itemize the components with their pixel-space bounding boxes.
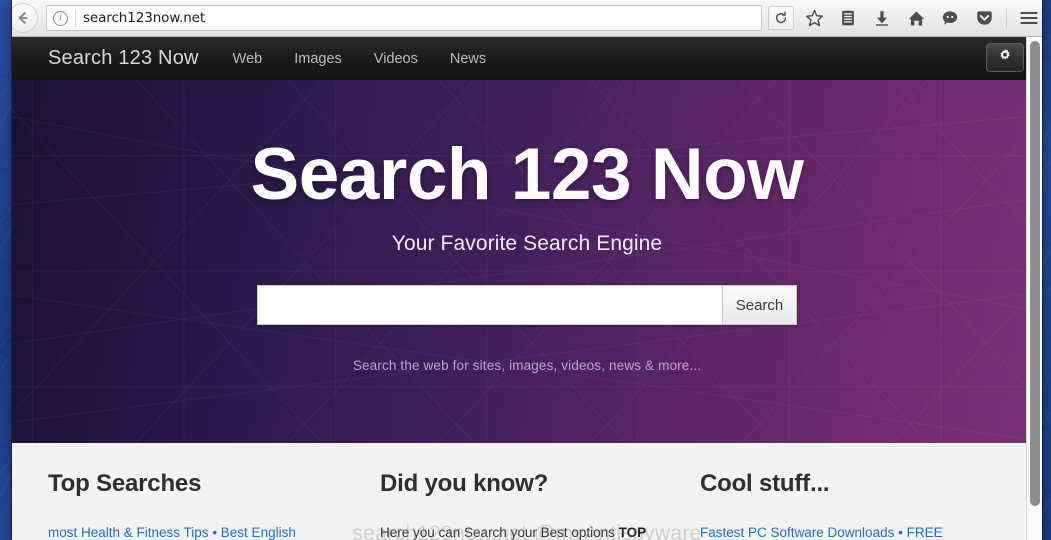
- column-cool-stuff: Cool stuff... Fastest PC Software Downlo…: [700, 470, 1030, 540]
- search-box: Search: [257, 285, 797, 326]
- page-viewport: Search 123 Now Web Images Videos News Se…: [12, 37, 1042, 540]
- toolbar-divider: [1006, 8, 1007, 28]
- info-columns: Top Searches most Health & Fitness Tips …: [12, 443, 1042, 540]
- column-body-top-searches: most Health & Fitness Tips • Best Englis…: [48, 523, 360, 540]
- gear-icon: [998, 48, 1012, 67]
- nav-item-web[interactable]: Web: [233, 51, 263, 67]
- downloads-icon[interactable]: [866, 3, 898, 33]
- column-title-cool-stuff: Cool stuff...: [700, 470, 830, 497]
- search-input[interactable]: [257, 285, 722, 326]
- column-did-you-know: Did you know? Here you can Search your B…: [380, 470, 700, 540]
- search-row: Search: [12, 285, 1042, 326]
- url-divider: [75, 9, 76, 27]
- site-info-icon[interactable]: i: [53, 10, 68, 26]
- link-separator: •: [208, 525, 221, 540]
- hero-section: Search 123 Now Your Favorite Search Engi…: [12, 80, 1042, 443]
- settings-button[interactable]: [986, 43, 1024, 72]
- hero-title: Search 123 Now: [250, 134, 804, 215]
- hamburger-menu-icon[interactable]: [1013, 3, 1042, 33]
- bookmark-star-icon[interactable]: [798, 3, 830, 33]
- reload-button[interactable]: [768, 6, 794, 30]
- browser-window: i search123now.net Search 123 Now Web Im…: [12, 0, 1042, 540]
- url-bar[interactable]: i search123now.net: [46, 5, 762, 31]
- home-icon[interactable]: [900, 3, 932, 33]
- url-text: search123now.net: [83, 10, 206, 26]
- hero-subtitle: Your Favorite Search Engine: [391, 232, 663, 256]
- library-icon[interactable]: [832, 3, 864, 33]
- site-brand[interactable]: Search 123 Now: [48, 47, 199, 70]
- link-separator: •: [894, 525, 907, 540]
- did-you-know-text: Here you can Search your Best options: [380, 525, 619, 540]
- nav-item-videos[interactable]: Videos: [374, 51, 418, 67]
- browser-toolbar: i search123now.net: [12, 0, 1042, 37]
- did-you-know-strong: TOP: [618, 525, 647, 540]
- link-free[interactable]: FREE: [907, 525, 943, 540]
- column-title-top-searches: Top Searches: [48, 470, 202, 497]
- sync-chat-icon[interactable]: [934, 3, 966, 33]
- site-navigation-bar: Search 123 Now Web Images Videos News: [12, 37, 1042, 80]
- nav-item-images[interactable]: Images: [294, 51, 342, 67]
- hero-content: Search 123 Now Your Favorite Search Engi…: [12, 80, 1042, 373]
- search-button[interactable]: Search: [722, 285, 797, 326]
- link-pc-software-downloads[interactable]: Fastest PC Software Downloads: [700, 525, 894, 540]
- pocket-icon[interactable]: [968, 3, 1000, 33]
- column-title-did-you-know: Did you know?: [380, 470, 549, 497]
- scrollbar-thumb[interactable]: [1030, 41, 1040, 506]
- column-top-searches: Top Searches most Health & Fitness Tips …: [48, 470, 378, 540]
- column-body-cool-stuff: Fastest PC Software Downloads • FREE: [700, 523, 1012, 540]
- back-button[interactable]: [12, 3, 38, 33]
- vertical-scrollbar[interactable]: [1026, 37, 1042, 540]
- nav-item-news[interactable]: News: [450, 51, 486, 67]
- hero-hint-text: Search the web for sites, images, videos…: [352, 358, 702, 374]
- link-best-english[interactable]: Best English: [221, 525, 296, 540]
- column-body-did-you-know: Here you can Search your Best options TO…: [380, 523, 682, 540]
- link-health-fitness-tips[interactable]: most Health & Fitness Tips: [48, 525, 209, 540]
